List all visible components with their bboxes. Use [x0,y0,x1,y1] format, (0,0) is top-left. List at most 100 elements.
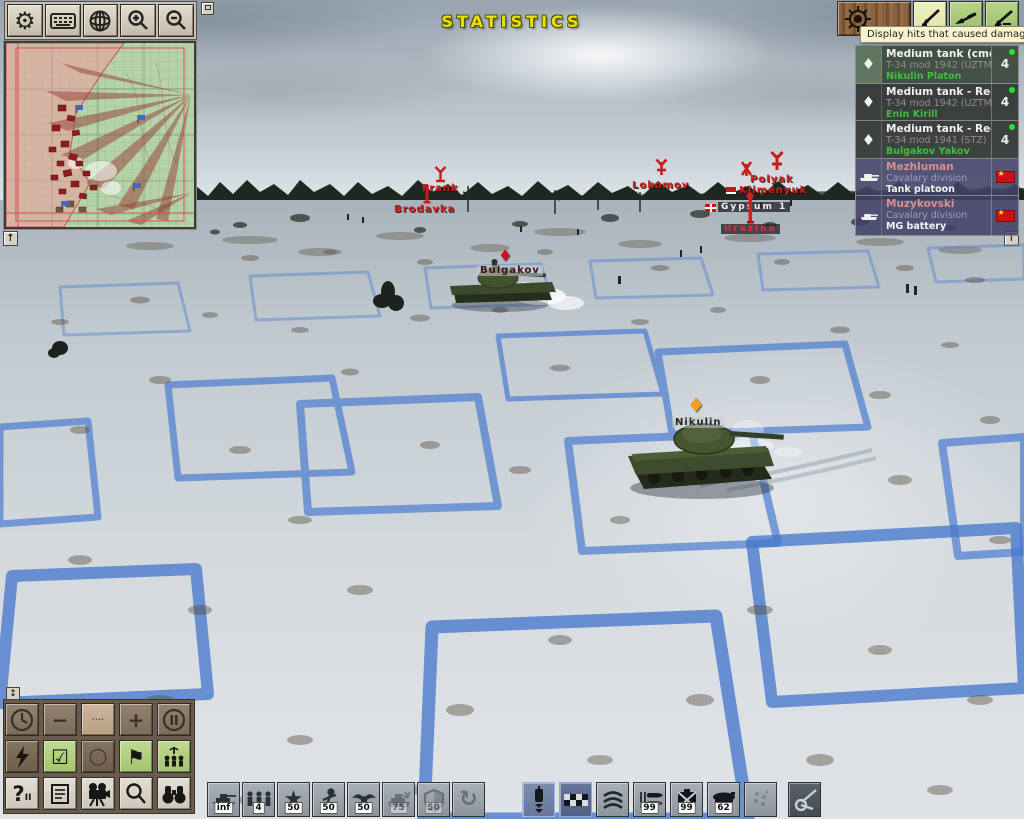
count-label: 75 [389,802,408,814]
unit-commander: Bulgakov Yakov [886,146,988,157]
squad-radio-icon [161,745,187,769]
tank-silhouette-icon [856,159,882,196]
toolbar-tank-hit-button[interactable]: 75 [382,782,415,817]
panel-collapse-button[interactable]: ↕ [6,687,20,700]
toolbar-spread-button[interactable] [596,782,629,817]
at-gun-marker-icon [770,150,784,174]
world-label-polyak[interactable]: Polyak [750,174,794,185]
unit-row-reed-121[interactable]: ♦ Medium tank (cmd) - Reed 121 T-34 mod … [856,46,1018,84]
unit-row-reed-123[interactable]: ♦ Medium tank - Reed 123 T-34 mod 1941 (… [856,121,1018,159]
world-label-nikulin[interactable]: Nikulin [672,417,725,428]
minus-icon: − [52,708,69,732]
soviet-flag-icon [996,210,1015,222]
toolbar-ammo-button[interactable]: 99 [633,782,666,817]
unit-subtitle: T-34 mod 1942 (UZTM) [886,98,988,109]
toolbar-refresh-button[interactable]: ↻ [452,782,485,817]
world-label-urazino: Urazino [721,224,780,234]
unit-diamond-red-icon: ♦ [498,248,512,264]
count-label: 62 [714,802,733,814]
notes-icon [50,783,70,805]
count-label: 50 [354,802,373,814]
flagpole-marker-icon [744,192,756,224]
unit-nation [991,159,1018,196]
game-screen: Frank Brodavka Lokomov Polyak Klimenyuk … [0,0,1024,819]
unit-subtitle: Cavalary division [886,173,988,184]
checkered-flag-icon [563,792,589,808]
cancel-order-button[interactable]: ○ [81,740,115,773]
soviet-flag-icon [996,171,1015,183]
search-view-button[interactable] [119,777,153,810]
unit-nation [991,196,1018,235]
orders-confirm-button[interactable]: ☑ [43,740,77,773]
count-label: 50 [319,802,338,814]
count-label: 99 [640,802,659,814]
notes-button[interactable] [43,777,77,810]
at-gun-marker-icon [434,166,447,183]
unit-subtitle: T-34 mod 1941 (STZ) [886,135,988,146]
unit-title: Medium tank - Reed 123 [886,123,988,135]
lightning-icon [12,745,32,769]
help-button[interactable]: ?II [5,777,39,810]
count-label: 50 [284,802,303,814]
unit-commander: Nikulin Platon [886,71,988,82]
objective-flag-icon [705,204,716,212]
binoculars-button[interactable] [157,777,191,810]
pause-icon [161,707,187,733]
toolbar-artillery-button[interactable] [788,782,821,817]
at-gun-marker-icon [655,158,668,178]
unit-row-mezhluman[interactable]: Mezhluman Cavalary division Tank platoon [856,159,1018,197]
unit-title: Mezhluman [886,161,988,173]
up-down-arrow-icon: ↕ [9,689,17,699]
unit-subtitle: T-34 mod 1942 (UZTM) [886,60,988,71]
time-faster-button[interactable]: + [119,703,153,736]
count-label: 99 [677,802,696,814]
artillery-gun-icon [791,787,819,813]
count-label: 4 [252,802,264,814]
magnifier-icon [124,782,148,806]
clock-button[interactable] [5,703,39,736]
toolbar-infantry-button[interactable]: 4 [242,782,275,817]
question-icon: ? [13,782,25,806]
status-dot-icon [1009,87,1015,93]
toolbar-crew-button[interactable]: 62 [707,782,740,817]
tracks-icon [749,789,773,811]
unit-title: Muzykovski [886,198,988,210]
toolbar-tracks-button[interactable] [744,782,777,817]
world-label-bulgakov[interactable]: Bulgakov [477,265,543,276]
question-sub: II [25,793,32,803]
tooltip: Display hits that caused damage [860,26,1024,43]
diamond-icon: ♦ [856,121,882,158]
toolbar-star-button[interactable]: ★ 50 [277,782,310,817]
toolbar-formation-button[interactable] [559,782,592,817]
quick-orders-button[interactable] [5,740,39,773]
toolbar-supply-button[interactable]: 99 [670,782,703,817]
unit-type: Tank platoon [886,184,988,195]
checkbox-icon: ☑ [51,745,69,769]
mortar-marker-icon [423,184,431,204]
flag-objectives-button[interactable]: ⚑ [119,740,153,773]
world-label-brodavka[interactable]: Brodavka [394,204,455,215]
toolbar-shield-button[interactable]: 50 [417,782,450,817]
camera-button[interactable] [81,777,115,810]
unit-row-muzykovski[interactable]: Muzykovski Cavalary division MG battery [856,196,1018,235]
count-label: inf [214,802,233,814]
toolbar-runner-button[interactable]: 50 [312,782,345,817]
unit-commander: Enin Kirill [886,109,988,120]
unit-subtitle: Cavalary division [886,210,988,221]
status-dot-icon [1009,49,1015,55]
unit-row-reed-122[interactable]: ♦ Medium tank - Reed 122 T-34 mod 1942 (… [856,84,1018,122]
clock-icon [9,707,35,733]
refresh-icon: ↻ [459,789,477,811]
toolbar-vehicle-orders-button[interactable] [522,782,555,817]
world-label-lokomov[interactable]: Lokomov [632,180,689,191]
unit-type: MG battery [886,221,988,232]
binoculars-icon [161,782,187,806]
time-slower-button[interactable]: − [43,703,77,736]
flag-icon: ⚑ [127,745,145,769]
pause-button[interactable] [157,703,191,736]
toolbar-eagle-button[interactable]: 50 [347,782,380,817]
toolbar-tank-infantry-button[interactable]: inf [207,782,240,817]
movie-camera-icon [85,781,111,807]
platoon-command-button[interactable] [157,740,191,773]
count-label: 50 [424,802,443,814]
